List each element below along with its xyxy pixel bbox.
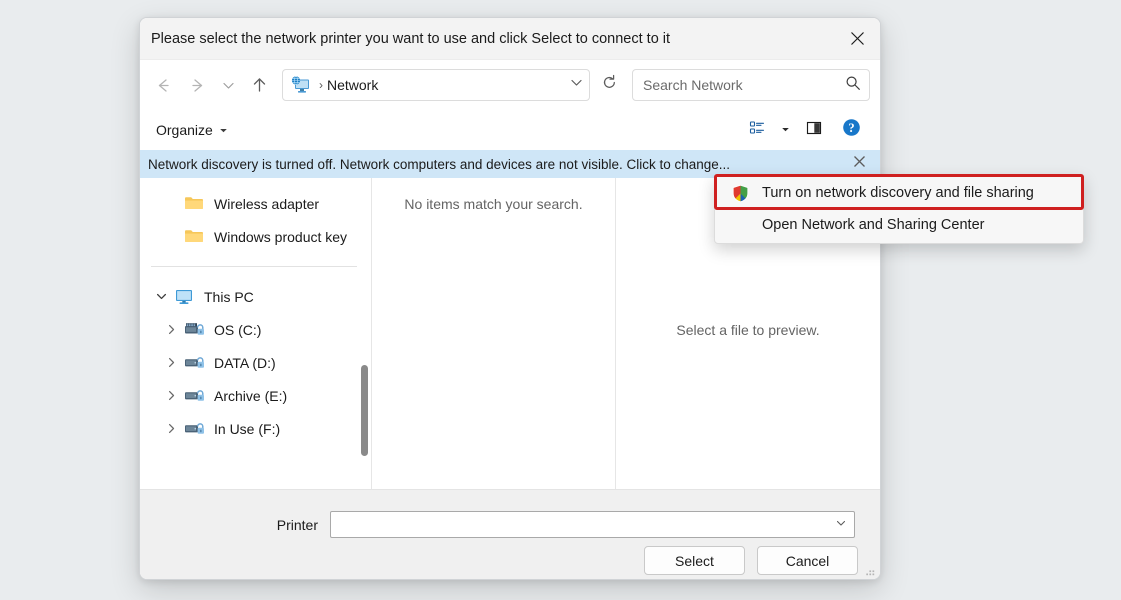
scrollbar-thumb[interactable] xyxy=(361,365,368,456)
breadcrumb-network[interactable]: Network xyxy=(327,77,563,93)
help-button[interactable]: ? xyxy=(834,115,868,145)
printer-row: Printer xyxy=(140,490,880,538)
command-bar: Organize xyxy=(140,110,880,150)
title-bar: Please select the network printer you wa… xyxy=(140,18,880,60)
address-dropdown-button[interactable] xyxy=(563,70,589,100)
collapse-chevron-icon[interactable] xyxy=(160,419,182,439)
tree-item-label: This PC xyxy=(204,289,254,305)
chevron-down-icon xyxy=(221,78,236,93)
screen: Please select the network printer you wa… xyxy=(0,0,1121,600)
caret-down-icon xyxy=(781,121,790,139)
menu-item-label: Turn on network discovery and file shari… xyxy=(762,185,1034,201)
refresh-icon xyxy=(601,74,618,96)
tree-item-label: In Use (F:) xyxy=(214,421,280,437)
drive-icon xyxy=(184,387,206,405)
drive-os-icon xyxy=(184,321,206,339)
organize-button[interactable]: Organize xyxy=(154,118,234,142)
navpane-scrollbar[interactable] xyxy=(360,178,369,489)
forward-arrow-icon xyxy=(188,76,207,95)
preview-pane-button[interactable] xyxy=(796,115,832,145)
search-input[interactable]: Search Network xyxy=(633,77,837,93)
up-arrow-icon xyxy=(250,76,269,95)
tree-item-wireless-adapter[interactable]: Wireless adapter xyxy=(140,187,371,220)
printer-dropdown-button[interactable] xyxy=(828,512,854,537)
navpane-divider xyxy=(151,266,357,267)
this-pc-icon xyxy=(174,288,196,306)
help-icon: ? xyxy=(842,118,861,142)
collapse-chevron-icon[interactable] xyxy=(160,353,182,373)
chevron-down-icon xyxy=(569,75,584,95)
close-window-button[interactable] xyxy=(834,18,880,60)
menu-item-turn-on-network-discovery[interactable]: Turn on network discovery and file shari… xyxy=(715,177,1083,209)
tree-chevron-placeholder xyxy=(160,227,182,247)
dialog-button-row: Select Cancel xyxy=(140,538,880,575)
navigation-bar: › Network xyxy=(140,60,880,110)
back-arrow-icon xyxy=(154,76,173,95)
close-icon xyxy=(850,31,865,46)
menu-item-label: Open Network and Sharing Center xyxy=(731,217,984,233)
search-icon xyxy=(845,75,861,96)
select-button[interactable]: Select xyxy=(644,546,745,575)
search-box[interactable]: Search Network xyxy=(632,69,870,101)
close-icon xyxy=(853,155,866,173)
tree-item-label: Archive (E:) xyxy=(214,388,287,404)
dialog-title: Please select the network printer you wa… xyxy=(151,31,670,47)
address-bar[interactable]: › Network xyxy=(282,69,590,101)
tree-item-this-pc[interactable]: This PC xyxy=(140,280,371,313)
tree-item-label: Wireless adapter xyxy=(214,196,319,212)
drive-icon xyxy=(184,354,206,372)
organize-label: Organize xyxy=(156,122,213,138)
caret-down-icon xyxy=(219,122,228,138)
printer-label: Printer xyxy=(140,517,330,533)
view-options-button[interactable] xyxy=(740,115,774,145)
tree-item-os-c[interactable]: OS (C:) xyxy=(140,313,371,346)
recent-locations-button[interactable] xyxy=(214,69,242,101)
menu-item-open-network-sharing-center[interactable]: Open Network and Sharing Center xyxy=(715,209,1083,241)
folder-icon xyxy=(184,195,206,213)
dialog-footer: Printer Select Cancel xyxy=(140,490,880,579)
view-options-dropdown-button[interactable] xyxy=(776,115,794,145)
search-button[interactable] xyxy=(837,70,869,100)
preview-message: Select a file to preview. xyxy=(676,322,819,338)
printer-select-dialog: Please select the network printer you wa… xyxy=(139,17,881,580)
tree-item-in-use-f[interactable]: In Use (F:) xyxy=(140,412,371,445)
navigation-pane: Wireless adapter Windows product key xyxy=(140,178,372,489)
network-discovery-context-menu: Turn on network discovery and file shari… xyxy=(714,174,1084,244)
tree-item-windows-product-key[interactable]: Windows product key xyxy=(140,220,371,253)
preview-pane-icon xyxy=(805,119,823,142)
svg-text:?: ? xyxy=(848,121,854,135)
resize-grip-icon[interactable] xyxy=(864,564,876,576)
collapse-chevron-icon[interactable] xyxy=(160,386,182,406)
tree-item-data-d[interactable]: DATA (D:) xyxy=(140,346,371,379)
uac-shield-icon xyxy=(731,184,750,203)
printer-combobox[interactable] xyxy=(330,511,855,538)
tree-item-label: OS (C:) xyxy=(214,322,261,338)
expand-chevron-icon[interactable] xyxy=(150,287,172,307)
back-button[interactable] xyxy=(146,69,180,101)
up-button[interactable] xyxy=(242,69,276,101)
tree-chevron-placeholder xyxy=(160,194,182,214)
forward-button[interactable] xyxy=(180,69,214,101)
view-options-icon xyxy=(749,119,766,141)
empty-list-message: No items match your search. xyxy=(372,196,615,212)
notification-message: Network discovery is turned off. Network… xyxy=(148,157,730,172)
network-computer-icon xyxy=(291,76,313,94)
tree-item-archive-e[interactable]: Archive (E:) xyxy=(140,379,371,412)
file-list-pane[interactable]: No items match your search. xyxy=(372,178,616,489)
tree-item-label: DATA (D:) xyxy=(214,355,276,371)
chevron-down-icon xyxy=(835,516,847,534)
breadcrumb-separator: › xyxy=(319,78,323,92)
cancel-button[interactable]: Cancel xyxy=(757,546,858,575)
refresh-button[interactable] xyxy=(593,69,625,101)
tree-item-label: Windows product key xyxy=(214,229,347,245)
command-bar-right: ? xyxy=(740,115,868,145)
drive-icon xyxy=(184,420,206,438)
folder-icon xyxy=(184,228,206,246)
collapse-chevron-icon[interactable] xyxy=(160,320,182,340)
